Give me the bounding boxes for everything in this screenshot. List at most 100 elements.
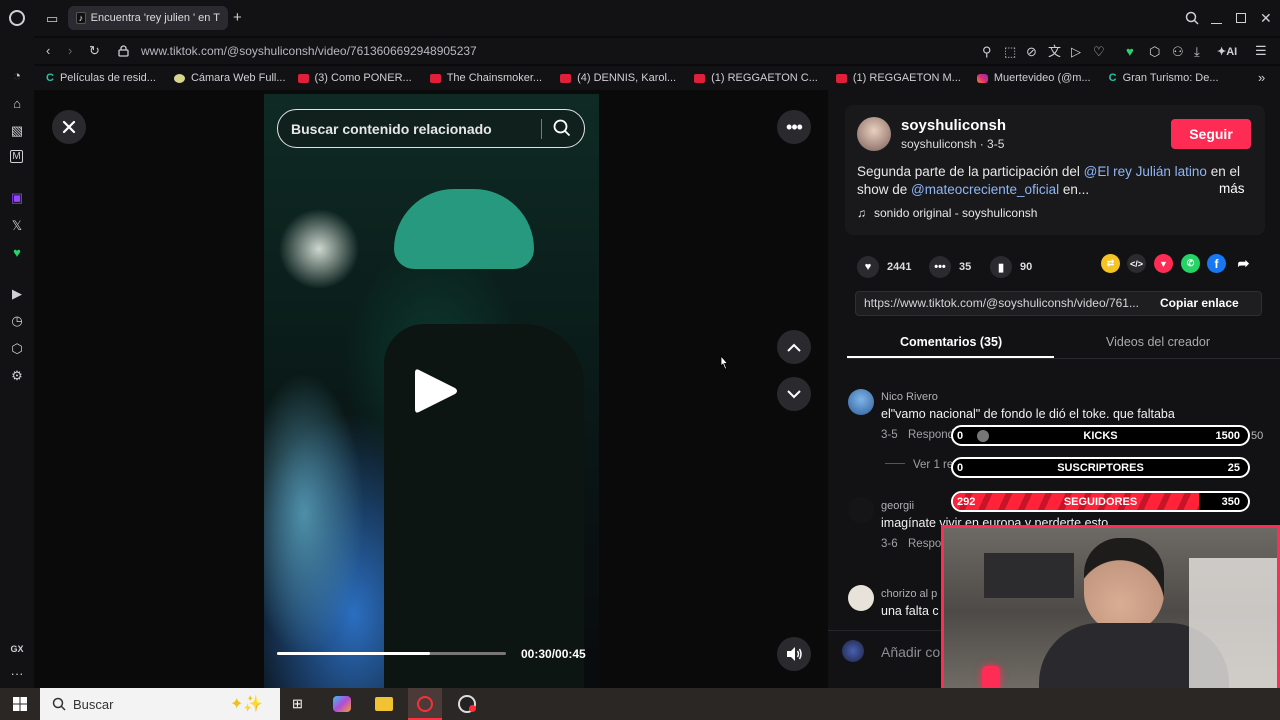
tab-active-indicator xyxy=(847,356,1054,358)
download-icon[interactable]: ⤓ xyxy=(1194,45,1200,59)
bookmark-item[interactable]: The Chainsmoker... xyxy=(429,72,542,84)
snapshot-icon[interactable]: ⬚ xyxy=(1004,45,1016,59)
menu-icon[interactable]: ☰ xyxy=(1255,44,1267,58)
comment-avatar[interactable] xyxy=(848,585,874,611)
close-video-button[interactable] xyxy=(52,110,86,144)
more-icon[interactable]: ··· xyxy=(9,666,25,682)
forward-icon[interactable]: › xyxy=(68,44,72,58)
twitch-icon[interactable]: ▣ xyxy=(9,190,25,206)
embed-icon[interactable]: </> xyxy=(1127,254,1146,273)
speed-dial-icon[interactable]: ◔ xyxy=(9,68,25,84)
mention-link[interactable]: @mateocreciente_oficial xyxy=(911,182,1059,197)
comment-avatar[interactable] xyxy=(848,497,874,523)
mail-icon[interactable]: M xyxy=(10,150,23,163)
tab-menu-icon[interactable]: ▭ xyxy=(46,12,58,26)
sparkle-icon: ✦✨ xyxy=(230,696,264,713)
gx-corner-icon[interactable]: ♥ xyxy=(1126,45,1134,59)
comment-author[interactable]: georgii xyxy=(881,500,914,512)
gx-heart-icon[interactable]: ♥ xyxy=(9,245,25,261)
settings-icon[interactable]: ⚙ xyxy=(9,368,25,384)
news-icon[interactable]: ▧ xyxy=(9,123,25,139)
player-icon[interactable]: ▷ xyxy=(1071,45,1081,59)
adblock-icon[interactable]: ⊘ xyxy=(1026,45,1037,59)
bookmark-item[interactable]: Muertevideo (@m... xyxy=(976,72,1091,84)
gx-control-icon[interactable]: ⌂ xyxy=(9,96,25,112)
bookmark-item[interactable]: C Gran Turismo: De... xyxy=(1109,72,1219,84)
tab-active[interactable]: ♪ Encuentra 'rey julien ' en T xyxy=(68,6,228,30)
youtube-icon xyxy=(694,73,706,83)
video-progress-bar[interactable] xyxy=(277,652,506,655)
tab-comments[interactable]: Comentarios (35) xyxy=(900,335,1002,349)
creator-username[interactable]: soyshuliconsh xyxy=(901,117,1006,134)
previous-video-button[interactable] xyxy=(777,330,811,364)
send-icon[interactable]: ▼ xyxy=(1154,254,1173,273)
back-icon[interactable]: ‹ xyxy=(46,44,50,58)
close-icon xyxy=(62,120,76,134)
minimize-button[interactable] xyxy=(1211,23,1222,24)
heart-icon[interactable]: ♡ xyxy=(1093,45,1105,59)
new-tab-button[interactable]: + xyxy=(233,10,242,25)
more-link[interactable]: más xyxy=(1219,181,1245,196)
comment-avatar[interactable] xyxy=(848,389,874,415)
windows-start-icon[interactable] xyxy=(13,697,27,711)
comment-button[interactable]: ••• 35 xyxy=(929,256,971,278)
extensions-icon[interactable]: ⬡ xyxy=(1149,45,1160,59)
next-video-button[interactable] xyxy=(777,377,811,411)
save-button[interactable]: ▮ 90 xyxy=(990,256,1032,278)
task-view-icon[interactable]: ⊞ xyxy=(292,696,303,712)
opera-gx-logo-icon[interactable] xyxy=(9,10,25,26)
x-twitter-icon[interactable]: 𝕏 xyxy=(9,218,25,234)
related-search-input[interactable]: Buscar contenido relacionado xyxy=(277,109,585,148)
like-button[interactable]: ♥ 2441 xyxy=(857,256,911,278)
extensions-icon[interactable]: ⬡ xyxy=(9,341,25,357)
search-icon[interactable] xyxy=(553,119,571,137)
youtube-icon xyxy=(297,73,309,83)
comment-author[interactable]: chorizo al p xyxy=(881,588,937,600)
my-avatar[interactable] xyxy=(842,640,864,662)
profile-icon[interactable]: ⚇ xyxy=(1172,45,1184,59)
lock-icon[interactable] xyxy=(118,45,129,57)
whatsapp-icon[interactable]: ✆ xyxy=(1181,254,1200,273)
history-icon[interactable]: ◷ xyxy=(9,313,25,329)
volume-button[interactable] xyxy=(777,637,811,671)
comment-date: 3-5 xyxy=(881,429,898,441)
file-explorer-icon[interactable] xyxy=(375,697,393,711)
player-icon[interactable]: ▶ xyxy=(9,286,25,302)
followers-goal-bar: 292 SEGUIDORES 350 xyxy=(951,491,1250,512)
youtube-icon xyxy=(560,73,572,83)
repost-icon[interactable]: ⇄ xyxy=(1101,254,1120,273)
search-tabs-icon[interactable] xyxy=(1185,11,1199,25)
more-options-button[interactable]: ••• xyxy=(777,110,811,144)
tab-creator-videos[interactable]: Videos del creador xyxy=(1106,335,1210,349)
play-icon[interactable] xyxy=(413,366,459,416)
music-label: sonido original - soyshuliconsh xyxy=(874,206,1038,220)
translate-icon[interactable]: 文 xyxy=(1048,45,1061,59)
followers-target: 350 xyxy=(1221,496,1240,508)
reload-icon[interactable]: ↻ xyxy=(89,44,100,58)
taskbar-search[interactable]: Buscar ✦✨ xyxy=(40,688,280,720)
restore-button[interactable] xyxy=(1236,13,1246,23)
creator-avatar[interactable] xyxy=(857,117,891,151)
bookmark-item[interactable]: (1) REGGAETON M... xyxy=(835,72,961,84)
comment-count: 35 xyxy=(959,261,972,273)
comment-author[interactable]: Nico Rivero xyxy=(881,391,938,403)
facebook-icon[interactable]: f xyxy=(1207,254,1226,273)
kicks-target: 1500 xyxy=(1215,430,1240,442)
copilot-icon[interactable] xyxy=(333,696,351,712)
bookmark-item[interactable]: C Películas de resid... xyxy=(46,72,156,84)
bookmark-item[interactable]: (3) Como PONER... xyxy=(297,72,412,84)
pin-icon[interactable]: ⚲ xyxy=(982,45,992,59)
url-field[interactable]: www.tiktok.com/@soyshuliconsh/video/7613… xyxy=(141,44,477,58)
share-arrow-icon[interactable]: ➦ xyxy=(1234,254,1253,273)
bookmark-item[interactable]: Cámara Web Full... xyxy=(173,72,286,84)
music-info[interactable]: ♫ sonido original - soyshuliconsh xyxy=(857,206,1037,220)
youtube-icon xyxy=(429,73,441,83)
follow-button[interactable]: Seguir xyxy=(1171,119,1251,149)
close-window-button[interactable]: ✕ xyxy=(1260,11,1272,25)
copy-link-button[interactable]: Copiar enlace xyxy=(1160,296,1239,310)
bookmarks-overflow-icon[interactable]: » xyxy=(1258,71,1265,85)
bookmark-item[interactable]: (4) DENNIS, Karol... xyxy=(560,72,676,84)
ai-button[interactable]: ✦AI xyxy=(1217,45,1237,59)
mention-link[interactable]: @El rey Julián latino xyxy=(1084,164,1207,179)
bookmark-item[interactable]: (1) REGGAETON C... xyxy=(694,72,818,84)
